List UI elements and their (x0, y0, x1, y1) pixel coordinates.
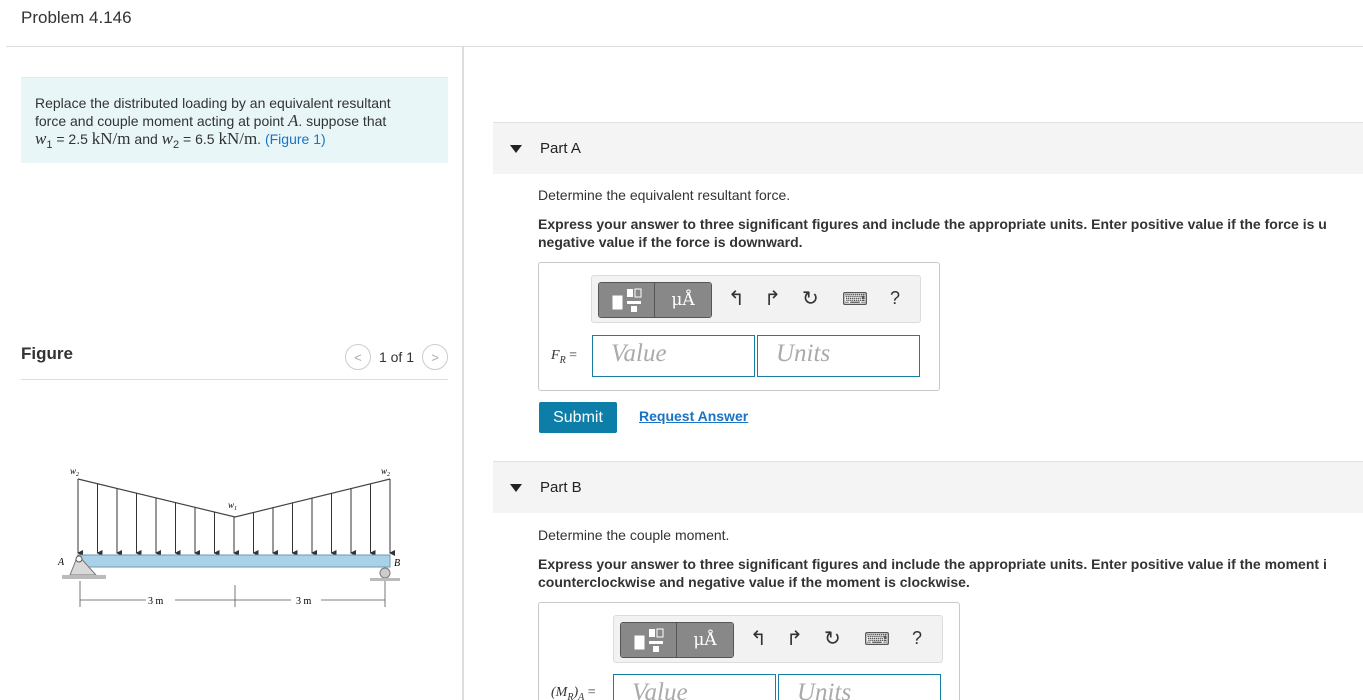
problem-line-1: Replace the distributed loading by an eq… (35, 95, 391, 111)
units-input[interactable]: Units (778, 674, 941, 700)
prev-figure-button[interactable]: < (344, 344, 371, 370)
w2-unit: kN/m (218, 129, 258, 148)
problem-line-3: w1 = 2.5 kN/m and w2 = 6.5 kN/m. (Figure… (35, 130, 434, 154)
problem-text: . (257, 131, 265, 147)
beam (77, 554, 391, 568)
keyboard-icon[interactable]: ⌨ (842, 288, 868, 310)
chevron-left-icon: < (354, 349, 362, 365)
point-a-label: A (57, 557, 65, 568)
units-glyph: μÅ (693, 630, 717, 650)
instruction-line: counterclockwise and negative value if t… (538, 574, 970, 590)
w2-right-label: w2 (381, 466, 390, 478)
instruction-line: Express your answer to three significant… (538, 556, 1327, 572)
dim-left-label: 3 m (148, 596, 164, 607)
request-answer-link[interactable]: Request Answer (639, 408, 748, 424)
header-divider (6, 46, 1363, 47)
instruction-line: Express your answer to three significant… (538, 216, 1327, 232)
units-input[interactable]: Units (757, 335, 920, 377)
value-input[interactable]: Value (613, 674, 776, 700)
point-b-label: B (394, 558, 400, 569)
chevron-right-icon: > (431, 349, 439, 365)
roller-support-b (379, 567, 391, 579)
figure-link[interactable]: (Figure 1) (265, 131, 326, 147)
submit-button[interactable]: Submit (539, 402, 617, 433)
w2-value: = 6.5 (179, 131, 219, 147)
dim-right-label: 3 m (296, 596, 312, 607)
part-a-instructions: Express your answer to three significant… (538, 215, 1363, 251)
force-variable-label: FR = (551, 348, 577, 366)
collapse-triangle-icon (510, 145, 522, 153)
figure-pager: < 1 of 1 > (344, 344, 448, 370)
var-symbol: F (551, 348, 560, 363)
instruction-line: negative value if the force is downward. (538, 234, 803, 250)
help-icon[interactable]: ? (890, 288, 900, 309)
beam-figure: w2 w1 w2 A B 3 m 3 m (57, 466, 400, 607)
problem-statement: Replace the distributed loading by an eq… (21, 77, 448, 163)
collapse-triangle-icon (510, 484, 522, 492)
part-b-header[interactable]: Part B (493, 461, 1363, 513)
point-a-symbol: A (287, 111, 299, 130)
ground-b (370, 578, 400, 581)
redo-icon[interactable]: ↱ (786, 628, 803, 650)
undo-icon[interactable]: ↰ (728, 288, 745, 310)
figure-label: Figure (21, 344, 73, 363)
units-button[interactable]: μÅ (677, 623, 733, 657)
problem-line-2: force and couple moment acting at point … (35, 112, 434, 130)
part-a-answer-box: μÅ ↰ ↱ ↻ ⌨ ? FR = Value Units (538, 262, 940, 391)
part-b-prompt: Determine the couple moment. (538, 527, 730, 543)
problem-text: . suppose that (298, 113, 387, 129)
fraction-template-button[interactable] (621, 623, 677, 657)
problem-text: force and couple moment acting at point (35, 113, 288, 129)
next-figure-button[interactable]: > (422, 344, 448, 370)
part-a-header[interactable]: Part A (493, 122, 1363, 174)
template-buttons: μÅ (620, 622, 734, 658)
reset-icon[interactable]: ↻ (802, 288, 819, 310)
ground-a (62, 575, 106, 579)
w2-symbol: w (161, 129, 173, 148)
units-glyph: μÅ (671, 290, 695, 310)
page-title: Problem 4.146 (21, 8, 132, 27)
part-b-answer-box: μÅ ↰ ↱ ↻ ⌨ ? (MR)A = Value Units (538, 602, 960, 700)
pin-a (75, 555, 83, 563)
moment-variable-label: (MR)A = (551, 685, 596, 700)
column-divider (462, 47, 464, 700)
w1-value: = 2.5 (52, 131, 92, 147)
var-equals: = (584, 685, 596, 700)
math-toolbar: μÅ ↰ ↱ ↻ ⌨ ? (591, 275, 921, 323)
units-button[interactable]: μÅ (655, 283, 711, 317)
part-a-prompt: Determine the equivalent resultant force… (538, 187, 791, 203)
math-toolbar: μÅ ↰ ↱ ↻ ⌨ ? (613, 615, 943, 663)
problem-text: and (130, 131, 162, 147)
var-symbol: (M (551, 685, 568, 700)
part-b-instructions: Express your answer to three significant… (538, 555, 1363, 591)
w1-symbol: w (35, 129, 47, 148)
w2-left-label: w2 (70, 466, 79, 478)
figure-header: Figure < 1 of 1 > (21, 342, 448, 380)
reset-icon[interactable]: ↻ (824, 628, 841, 650)
w1-unit: kN/m (91, 129, 131, 148)
fraction-template-icon (612, 288, 641, 312)
figure-page-count: 1 of 1 (378, 349, 414, 365)
part-b-label: Part B (540, 479, 582, 496)
redo-icon[interactable]: ↱ (764, 288, 781, 310)
part-a-label: Part A (540, 140, 581, 157)
fraction-template-button[interactable] (599, 283, 655, 317)
fraction-template-icon (634, 628, 663, 652)
w1-mid-label: w1 (228, 500, 237, 512)
var-equals: = (565, 348, 578, 363)
template-buttons: μÅ (598, 282, 712, 318)
value-input[interactable]: Value (592, 335, 755, 377)
undo-icon[interactable]: ↰ (750, 628, 767, 650)
keyboard-icon[interactable]: ⌨ (864, 628, 890, 650)
help-icon[interactable]: ? (912, 628, 922, 649)
